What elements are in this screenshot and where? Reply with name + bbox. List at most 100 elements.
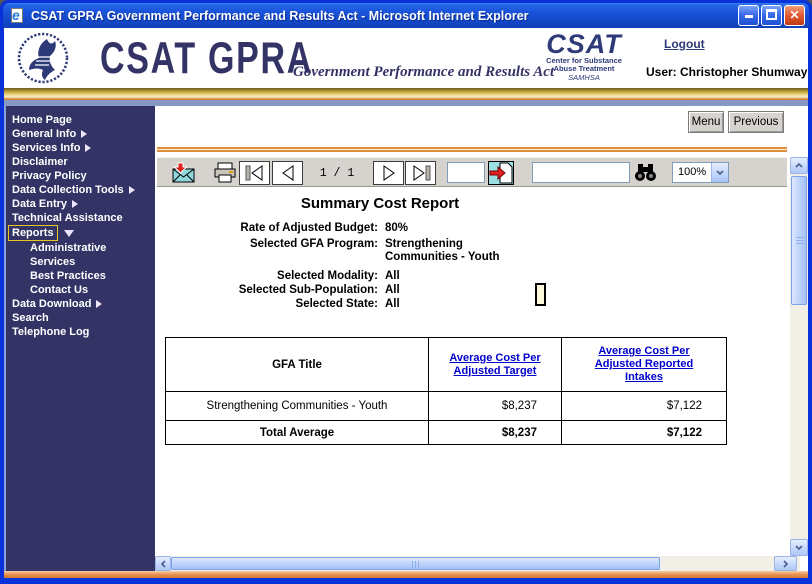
report-field-row: Selected GFA Program: Strengthening Comm… bbox=[155, 238, 625, 264]
envelope-export-icon bbox=[170, 162, 196, 184]
sidebar-item-telephone-log[interactable]: Telephone Log bbox=[4, 325, 155, 339]
column-header-avg-cost-target: Average Cost Per Adjusted Target bbox=[429, 338, 562, 392]
sidebar-item-administrative[interactable]: Administrative bbox=[4, 241, 155, 255]
scroll-left-button[interactable] bbox=[155, 556, 171, 571]
scroll-up-button[interactable] bbox=[790, 157, 808, 174]
scroll-down-button[interactable] bbox=[790, 539, 808, 556]
zoom-select[interactable]: 100% bbox=[672, 162, 729, 183]
field-value: All bbox=[385, 284, 535, 297]
close-button[interactable]: ✕ bbox=[784, 5, 805, 26]
field-value: 80% bbox=[385, 222, 535, 235]
title-bar: e CSAT GPRA Government Performance and R… bbox=[3, 3, 809, 28]
field-label: Selected State: bbox=[155, 298, 378, 311]
scroll-right-button[interactable] bbox=[774, 556, 797, 571]
sidebar-item-disclaimer[interactable]: Disclaimer bbox=[4, 155, 155, 169]
sidebar-item-data-download[interactable]: Data Download bbox=[4, 297, 155, 311]
page-indicator: 1 / 1 bbox=[305, 167, 369, 180]
csat-logo-line2: Abuse Treatment bbox=[537, 65, 631, 73]
sidebar-item-search[interactable]: Search bbox=[4, 311, 155, 325]
vertical-scrollbar[interactable] bbox=[790, 157, 808, 556]
next-page-button[interactable] bbox=[373, 161, 404, 185]
report-title: Summary Cost Report bbox=[155, 195, 605, 212]
previous-page-button[interactable] bbox=[272, 161, 303, 185]
minimize-icon bbox=[745, 6, 753, 18]
samhsa-label: SAMHSA bbox=[537, 73, 631, 82]
menu-button[interactable]: Menu bbox=[688, 111, 724, 133]
report-toolbar: 1 / 1 bbox=[157, 157, 787, 187]
report-field-row: Selected State: All bbox=[155, 298, 625, 311]
chevron-down-icon bbox=[795, 545, 803, 550]
first-page-icon bbox=[244, 165, 266, 181]
cost-report-table: GFA Title Average Cost Per Adjusted Targ… bbox=[165, 337, 727, 445]
search-button[interactable] bbox=[634, 163, 657, 187]
sidebar-item-privacy-policy[interactable]: Privacy Policy bbox=[4, 169, 155, 183]
maximize-button[interactable] bbox=[761, 5, 782, 26]
sidebar-item-technical-assistance[interactable]: Technical Assistance bbox=[4, 211, 155, 225]
window-title: CSAT GPRA Government Performance and Res… bbox=[31, 9, 738, 23]
horizontal-scrollbar[interactable] bbox=[155, 556, 800, 571]
render-artifact-box bbox=[535, 283, 546, 306]
report-field-row: Rate of Adjusted Budget: 80% bbox=[155, 222, 625, 235]
down-arrow-icon bbox=[64, 230, 74, 237]
vertical-scrollbar-thumb[interactable] bbox=[791, 176, 807, 305]
table-total-row: Total Average $8,237 $7,122 bbox=[166, 421, 727, 445]
hhs-logo bbox=[16, 30, 74, 91]
active-item-outline: Reports bbox=[8, 225, 58, 241]
internet-explorer-icon: e bbox=[10, 8, 26, 24]
zoom-value: 100% bbox=[678, 166, 706, 178]
sort-link-avg-cost-target[interactable]: Average Cost Per Adjusted Target bbox=[440, 352, 550, 378]
field-label: Selected Sub-Population: bbox=[155, 284, 378, 297]
csat-logo-name: CSAT bbox=[537, 31, 631, 57]
cell-avg-cost-target: $8,237 bbox=[429, 392, 562, 421]
field-value: All bbox=[385, 298, 535, 311]
sidebar-nav: Home Page General Info Services Info Dis… bbox=[4, 106, 155, 571]
sidebar-item-general-info[interactable]: General Info bbox=[4, 127, 155, 141]
gold-divider-bar bbox=[4, 88, 808, 100]
printer-icon bbox=[213, 162, 237, 183]
maximize-icon bbox=[766, 9, 777, 20]
close-icon: ✕ bbox=[785, 6, 804, 24]
sidebar-item-best-practices[interactable]: Best Practices bbox=[4, 269, 155, 283]
sort-link-avg-cost-intakes[interactable]: Average Cost Per Adjusted Reported Intak… bbox=[584, 345, 704, 384]
browser-window: e CSAT GPRA Government Performance and R… bbox=[0, 0, 812, 584]
goto-page-button[interactable] bbox=[488, 161, 514, 190]
user-label: User: Christopher Shumway bbox=[646, 65, 807, 79]
chevron-left-icon bbox=[161, 560, 166, 568]
minimize-button[interactable] bbox=[738, 5, 759, 26]
sidebar-item-contact-us[interactable]: Contact Us bbox=[4, 283, 155, 297]
cell-total-avg-cost-target: $8,237 bbox=[429, 421, 562, 445]
last-page-button[interactable] bbox=[405, 161, 436, 185]
field-label: Rate of Adjusted Budget: bbox=[155, 222, 378, 235]
sidebar-item-home-page[interactable]: Home Page bbox=[4, 113, 155, 127]
search-text-input[interactable] bbox=[532, 162, 630, 183]
sidebar-item-reports[interactable]: Reports bbox=[4, 225, 155, 241]
field-label: Selected GFA Program: bbox=[155, 238, 378, 264]
orange-rule bbox=[157, 147, 787, 152]
column-header-gfa-title: GFA Title bbox=[166, 338, 429, 392]
app-header: CSAT GPRA Government Performance and Res… bbox=[4, 28, 808, 88]
logout-link[interactable]: Logout bbox=[664, 37, 705, 51]
goto-page-input[interactable] bbox=[447, 162, 485, 183]
export-report-button[interactable] bbox=[170, 162, 196, 189]
cell-avg-cost-intakes: $7,122 bbox=[562, 392, 727, 421]
chevron-down-icon bbox=[711, 163, 728, 182]
right-arrow-icon bbox=[129, 186, 135, 194]
sidebar-item-services-info[interactable]: Services Info bbox=[4, 141, 155, 155]
sidebar-item-data-collection-tools[interactable]: Data Collection Tools bbox=[4, 183, 155, 197]
sidebar-item-services[interactable]: Services bbox=[4, 255, 155, 269]
horizontal-scrollbar-thumb[interactable] bbox=[171, 557, 660, 570]
right-arrow-icon bbox=[81, 130, 87, 138]
goto-page-icon bbox=[488, 161, 514, 185]
table-row: Strengthening Communities - Youth $8,237… bbox=[166, 392, 727, 421]
report-field-row: Selected Sub-Population: All bbox=[155, 284, 625, 297]
cell-total-avg-cost-intakes: $7,122 bbox=[562, 421, 727, 445]
sidebar-item-data-entry[interactable]: Data Entry bbox=[4, 197, 155, 211]
last-page-icon bbox=[410, 165, 432, 181]
report-field-row: Selected Modality: All bbox=[155, 270, 625, 283]
print-button[interactable] bbox=[213, 162, 237, 188]
app-brand-subtitle: Government Performance and Results Act bbox=[293, 64, 554, 81]
chevron-up-icon bbox=[795, 163, 803, 168]
first-page-button[interactable] bbox=[239, 161, 270, 185]
previous-button[interactable]: Previous bbox=[728, 111, 784, 133]
csat-logo: CSAT Center for Substance Abuse Treatmen… bbox=[537, 31, 631, 82]
